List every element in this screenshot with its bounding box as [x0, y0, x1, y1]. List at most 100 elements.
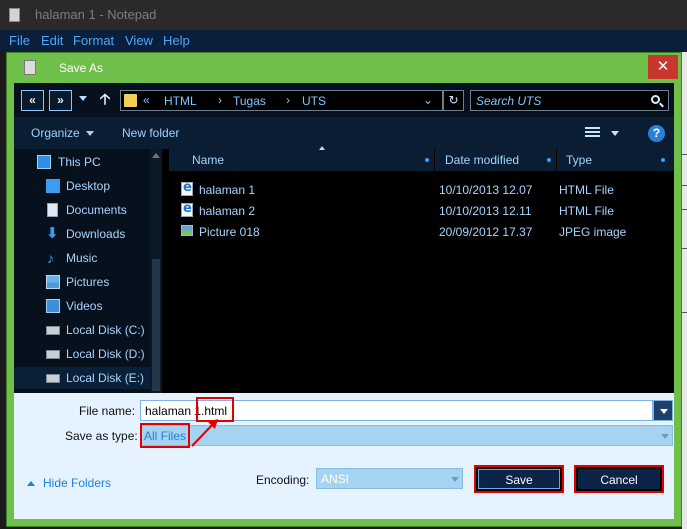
hide-folders-label: Hide Folders	[43, 476, 112, 490]
encoding-label: Encoding:	[256, 473, 310, 487]
menu-format[interactable]: Format	[73, 33, 114, 48]
column-header-type[interactable]: Type	[566, 153, 592, 167]
image-file-icon	[181, 225, 193, 236]
help-button[interactable]: ?	[648, 125, 665, 142]
search-box[interactable]	[470, 90, 669, 111]
notepad-icon	[9, 8, 20, 22]
extension-highlight-box	[196, 397, 234, 422]
chevron-up-icon	[27, 481, 35, 487]
file-name: halaman 2	[199, 204, 256, 218]
file-name: halaman 1	[199, 183, 256, 197]
sidebar-item-label: This PC	[58, 155, 101, 169]
videos-icon	[46, 299, 60, 313]
menu-edit[interactable]: Edit	[41, 33, 63, 48]
encoding-select[interactable]: ANSI	[316, 468, 463, 489]
save-type-highlight-box	[140, 423, 190, 448]
change-view-button[interactable]	[585, 127, 623, 141]
file-type: JPEG image	[559, 225, 627, 239]
file-list: Name Date modified Type halaman 1 10/10/…	[162, 146, 674, 393]
notepad-menu-bar: File Edit Format View Help	[0, 30, 687, 52]
save-type-select[interactable]: All Files	[140, 425, 673, 446]
navigation-bar: « » 🡡 « HTML › Tugas › UTS ⌄ ↻	[14, 83, 674, 117]
column-header-name[interactable]: Name	[192, 153, 224, 167]
column-filter-dot-icon[interactable]	[661, 158, 665, 162]
scroll-up-arrow-icon[interactable]	[152, 153, 160, 158]
sidebar-item-label: Desktop	[66, 179, 111, 193]
cancel-button[interactable]: Cancel	[576, 467, 662, 491]
dialog-title-bar: Save As ✕	[7, 53, 681, 83]
sidebar-item-music[interactable]: ♪ Music	[14, 247, 162, 269]
file-row[interactable]: Picture 018 20/09/2012 17.37 JPEG image	[169, 221, 674, 242]
sidebar-item-desktop[interactable]: Desktop	[14, 175, 162, 197]
breadcrumb-tugas[interactable]: Tugas	[233, 94, 266, 108]
back-button[interactable]: «	[21, 90, 44, 111]
menu-view[interactable]: View	[125, 33, 153, 48]
file-list-header: Name Date modified Type	[169, 146, 674, 171]
sidebar-item-downloads[interactable]: ⬇ Downloads	[14, 223, 162, 245]
sidebar-item-videos[interactable]: Videos	[14, 295, 162, 317]
file-row[interactable]: halaman 2 10/10/2013 12.11 HTML File	[169, 200, 674, 221]
encoding-value: ANSI	[321, 472, 350, 486]
breadcrumb-separator[interactable]: ›	[218, 93, 222, 107]
column-filter-dot-icon[interactable]	[547, 158, 551, 162]
save-as-dialog: Save As ✕ « » 🡡 « HTML › Tugas › UTS ⌄ ↻	[6, 52, 682, 527]
file-name-label: File name:	[79, 404, 136, 418]
sidebar-item-label: Downloads	[66, 227, 126, 241]
scrollbar-thumb[interactable]	[152, 259, 160, 391]
sidebar-item-local-disk-e[interactable]: Local Disk (E:)	[14, 367, 162, 389]
file-row[interactable]: halaman 1 10/10/2013 12.07 HTML File	[169, 179, 674, 200]
search-input[interactable]	[476, 93, 641, 109]
sidebar-item-this-pc[interactable]: This PC	[14, 151, 162, 173]
close-button[interactable]: ✕	[648, 55, 678, 79]
up-arrow-icon[interactable]: 🡡	[97, 90, 113, 110]
forward-button[interactable]: »	[49, 90, 72, 111]
notepad-title-bar: halaman 1 - Notepad	[0, 0, 687, 30]
new-folder-button[interactable]: New folder	[122, 126, 179, 140]
notepad-title: halaman 1 - Notepad	[35, 7, 157, 22]
menu-help[interactable]: Help	[163, 33, 190, 48]
breadcrumb-separator[interactable]: ›	[286, 93, 290, 107]
root-separator[interactable]: «	[143, 93, 150, 107]
breadcrumb-uts[interactable]: UTS	[302, 94, 326, 108]
column-header-date[interactable]: Date modified	[445, 153, 519, 167]
chevron-down-icon	[85, 131, 94, 137]
save-button[interactable]: Save	[476, 467, 562, 491]
menu-file[interactable]: File	[9, 33, 30, 48]
music-icon: ♪	[47, 250, 54, 266]
navigation-scrollbar[interactable]	[150, 149, 162, 393]
organize-label: Organize	[31, 126, 80, 140]
sidebar-item-label: Local Disk (D:)	[66, 347, 145, 361]
breadcrumb-html[interactable]: HTML	[164, 94, 197, 108]
file-type: HTML File	[559, 204, 614, 218]
file-name: Picture 018	[199, 225, 260, 239]
sidebar-item-local-disk-d[interactable]: Local Disk (D:)	[14, 343, 162, 365]
sidebar-item-local-disk-c[interactable]: Local Disk (C:)	[14, 319, 162, 341]
sidebar-item-label: Local Disk (C:)	[66, 323, 145, 337]
drive-icon	[46, 326, 60, 335]
sidebar-item-documents[interactable]: Documents	[14, 199, 162, 221]
sidebar-item-pictures[interactable]: Pictures	[14, 271, 162, 293]
sort-ascending-icon	[319, 146, 325, 150]
address-bar[interactable]: « HTML › Tugas › UTS ⌄	[120, 90, 443, 111]
html-file-icon	[181, 180, 193, 196]
sidebar-item-label: Documents	[66, 203, 127, 217]
file-name-dropdown-chevron-icon[interactable]	[653, 400, 673, 421]
recent-locations-chevron-down-icon[interactable]	[79, 96, 87, 101]
notepad-icon	[24, 60, 36, 75]
organize-button[interactable]: Organize	[31, 126, 94, 140]
desktop-icon	[46, 179, 60, 193]
dialog-title: Save As	[59, 61, 104, 75]
downloads-icon: ⬇	[46, 225, 59, 242]
hide-folders-button[interactable]: Hide Folders	[27, 476, 111, 490]
save-type-label: Save as type:	[65, 429, 138, 443]
column-filter-dot-icon[interactable]	[425, 158, 429, 162]
chevron-down-icon	[451, 477, 459, 482]
drive-icon	[46, 350, 60, 359]
save-form: File name: Save as type: All Files Hide …	[14, 393, 674, 519]
refresh-button[interactable]: ↻	[443, 90, 464, 111]
address-dropdown-chevron-icon[interactable]: ⌄	[423, 93, 433, 107]
chevron-down-icon	[661, 434, 669, 439]
documents-icon	[47, 203, 58, 217]
notepad-text-area-edge	[682, 52, 687, 529]
search-icon[interactable]	[651, 95, 660, 104]
